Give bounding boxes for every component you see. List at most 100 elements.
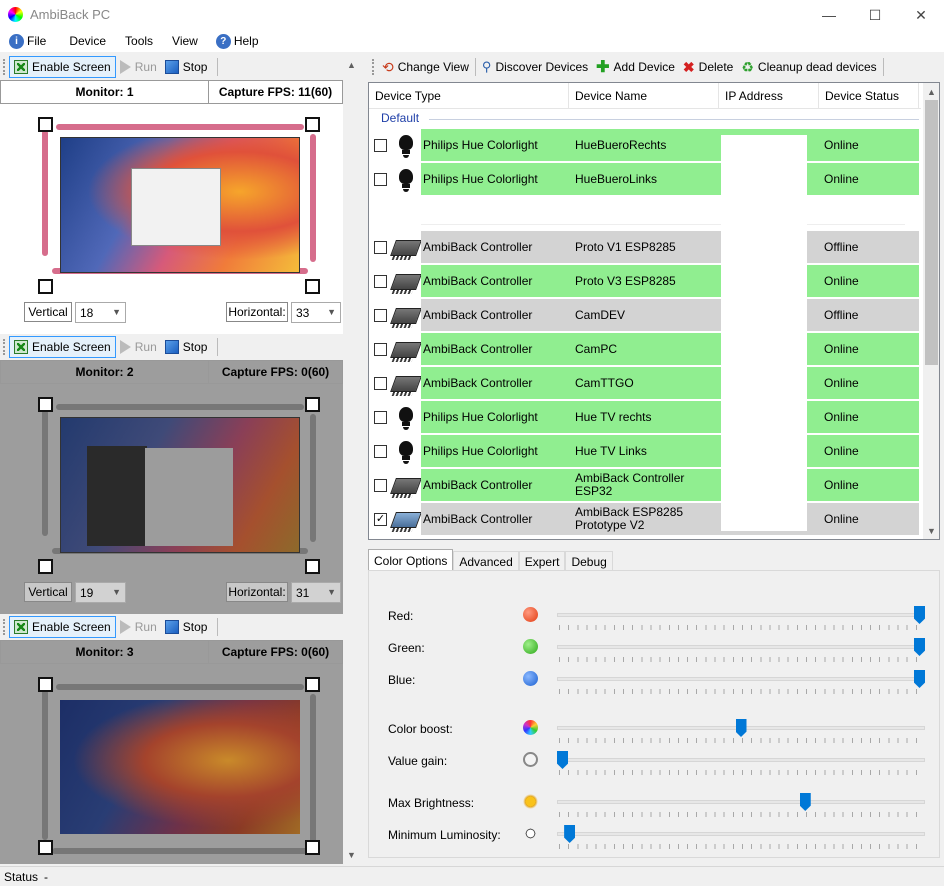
row-checkbox[interactable] xyxy=(374,275,387,288)
cleanup-dead-devices-button[interactable]: ♻ Cleanup dead devices xyxy=(737,56,880,78)
table-row[interactable] xyxy=(369,197,921,229)
device-type-cell: AmbiBack Controller xyxy=(423,512,533,526)
table-row[interactable]: AmbiBack Controller CamDEV Offline xyxy=(369,299,921,331)
add-device-button[interactable]: ✚ Add Device xyxy=(592,56,679,78)
row-checkbox[interactable] xyxy=(374,343,387,356)
enable-screen-button[interactable]: Enable Screen xyxy=(9,336,116,358)
slider-ticks xyxy=(559,689,925,694)
scrollbar-thumb[interactable] xyxy=(925,100,938,365)
close-button[interactable]: ✕ xyxy=(898,0,944,30)
row-checkbox[interactable]: ✓ xyxy=(374,513,387,526)
horizontal-dropdown[interactable]: 31 ▼ xyxy=(291,582,341,603)
vertical-dropdown[interactable]: 18 ▼ xyxy=(75,302,126,323)
controller-icon xyxy=(390,337,423,363)
corner-handle-bottom-right[interactable] xyxy=(305,279,320,294)
tab-debug[interactable]: Debug xyxy=(565,551,613,572)
stop-button[interactable]: Stop xyxy=(161,56,212,78)
slider-thumb[interactable] xyxy=(557,751,568,769)
device-type-cell: AmbiBack Controller xyxy=(423,376,533,390)
slider-track[interactable] xyxy=(557,677,925,681)
column-header-ip-address[interactable]: IP Address xyxy=(719,83,819,109)
row-checkbox[interactable] xyxy=(374,241,387,254)
table-row[interactable]: AmbiBack Controller AmbiBack Controller E… xyxy=(369,469,921,501)
table-row[interactable]: AmbiBack Controller CamPC Online xyxy=(369,333,921,365)
menu-tools[interactable]: Tools xyxy=(115,30,162,52)
menu-device[interactable]: Device xyxy=(55,30,115,52)
corner-handle-bottom-left[interactable] xyxy=(38,559,53,574)
corner-handle-bottom-right[interactable] xyxy=(305,559,320,574)
table-row[interactable]: Philips Hue Colorlight HueBueroRechts Onli… xyxy=(369,129,921,161)
change-view-button[interactable]: ⟲ Change View xyxy=(378,56,473,78)
column-header-device-status[interactable]: Device Status xyxy=(819,83,919,109)
settings-tabs: Color Options Advanced Expert Debug xyxy=(368,549,940,572)
scroll-up-icon[interactable]: ▲ xyxy=(923,83,939,100)
tab-advanced[interactable]: Advanced xyxy=(453,551,519,572)
maximize-button[interactable]: ☐ xyxy=(852,0,898,30)
enable-screen-button[interactable]: Enable Screen xyxy=(9,616,116,638)
table-row[interactable]: AmbiBack Controller Proto V1 ESP8285 Offli… xyxy=(369,231,921,263)
slider-thumb[interactable] xyxy=(914,670,925,688)
menu-file[interactable]: i File xyxy=(0,30,55,52)
tab-color-options[interactable]: Color Options xyxy=(368,549,454,572)
row-checkbox[interactable] xyxy=(374,445,387,458)
scroll-down-icon[interactable]: ▼ xyxy=(923,522,939,539)
slider-thumb[interactable] xyxy=(564,825,576,843)
screen-thumbnail xyxy=(60,700,300,834)
slider-track[interactable] xyxy=(557,613,925,617)
tab-expert[interactable]: Expert xyxy=(518,551,566,572)
group-header[interactable]: Default xyxy=(381,111,419,125)
column-header-device-name[interactable]: Device Name xyxy=(569,83,719,109)
slider-thumb[interactable] xyxy=(914,606,925,624)
corner-handle-top-right[interactable] xyxy=(305,117,320,132)
slider-thumb[interactable] xyxy=(914,638,925,656)
slider-track[interactable] xyxy=(557,758,925,762)
horizontal-label: Horizontal: xyxy=(226,302,288,322)
row-checkbox[interactable] xyxy=(374,309,387,322)
slider-label: Color boost: xyxy=(388,722,453,736)
slider-track[interactable] xyxy=(557,832,925,836)
horizontal-dropdown[interactable]: 33 ▼ xyxy=(291,302,341,323)
run-button[interactable]: Run xyxy=(116,616,161,638)
row-checkbox[interactable] xyxy=(374,173,387,186)
menu-view[interactable]: View xyxy=(162,30,207,52)
monitor-panel-scrollbar[interactable]: ▲ ▼ xyxy=(343,54,360,864)
column-header-device-type[interactable]: Device Type xyxy=(369,83,569,109)
vertical-dropdown[interactable]: 19 ▼ xyxy=(75,582,126,603)
enable-screen-button[interactable]: Enable Screen xyxy=(9,56,116,78)
corner-handle-bottom-right[interactable] xyxy=(305,840,320,855)
slider-thumb[interactable] xyxy=(799,793,811,811)
table-row[interactable]: AmbiBack Controller CamTTGO Online xyxy=(369,367,921,399)
delete-button[interactable]: ✖ Delete xyxy=(679,56,737,78)
table-row[interactable]: Philips Hue Colorlight Hue TV rechts Onlin… xyxy=(369,401,921,433)
stop-button[interactable]: Stop xyxy=(161,616,212,638)
run-button[interactable]: Run xyxy=(116,56,161,78)
run-button[interactable]: Run xyxy=(116,336,161,358)
slider-track[interactable] xyxy=(557,800,925,804)
slider-track[interactable] xyxy=(557,645,925,649)
minimize-button[interactable]: — xyxy=(806,0,852,30)
corner-handle-top-right[interactable] xyxy=(305,677,320,692)
row-checkbox[interactable] xyxy=(374,479,387,492)
discover-devices-button[interactable]: ⚲ Discover Devices xyxy=(478,56,592,78)
recycle-icon: ♻ xyxy=(741,58,754,75)
table-row[interactable]: AmbiBack Controller Proto V3 ESP8285 Onlin… xyxy=(369,265,921,297)
sun-outline-icon xyxy=(523,826,538,841)
corner-handle-top-left[interactable] xyxy=(38,677,53,692)
row-checkbox[interactable] xyxy=(374,139,387,152)
scroll-up-icon[interactable]: ▲ xyxy=(343,56,360,73)
table-row[interactable]: Philips Hue Colorlight Hue TV Links Online xyxy=(369,435,921,467)
corner-handle-top-left[interactable] xyxy=(38,397,53,412)
row-checkbox[interactable] xyxy=(374,411,387,424)
corner-handle-top-left[interactable] xyxy=(38,117,53,132)
menu-help[interactable]: ? Help xyxy=(207,30,268,52)
corner-handle-bottom-left[interactable] xyxy=(38,840,53,855)
corner-handle-bottom-left[interactable] xyxy=(38,279,53,294)
chevron-down-icon: ▼ xyxy=(112,307,121,317)
scroll-down-icon[interactable]: ▼ xyxy=(343,846,360,863)
slider-thumb[interactable] xyxy=(735,719,747,737)
row-checkbox[interactable] xyxy=(374,377,387,390)
corner-handle-top-right[interactable] xyxy=(305,397,320,412)
stop-button[interactable]: Stop xyxy=(161,336,212,358)
table-row[interactable]: Philips Hue Colorlight HueBueroLinks Onlin… xyxy=(369,163,921,195)
table-row[interactable]: ✓ AmbiBack Controller AmbiBack ESP8285 Pro… xyxy=(369,503,921,535)
